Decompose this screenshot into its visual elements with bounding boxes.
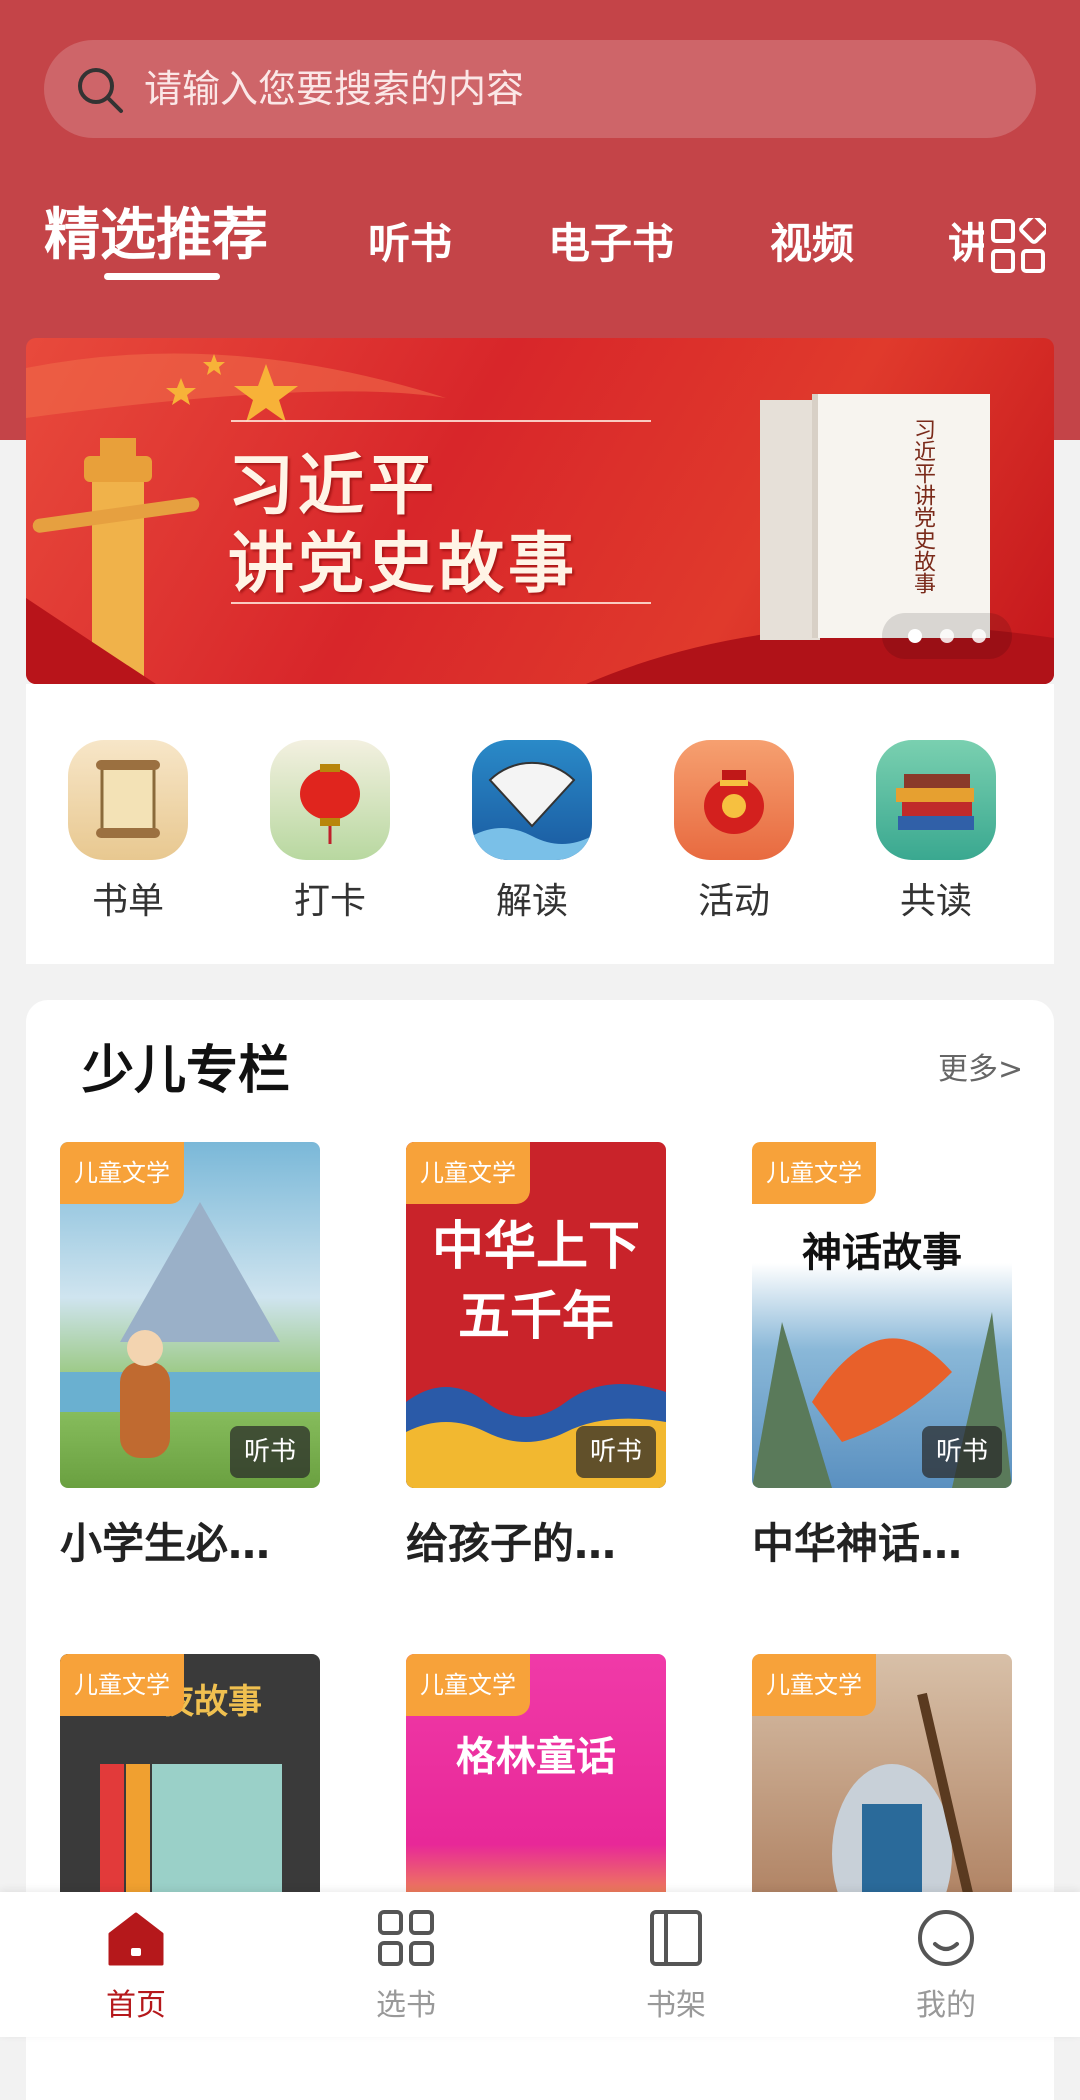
lantern-icon <box>270 740 390 860</box>
banner-divider-bottom <box>231 602 651 604</box>
category-tag: 儿童文学 <box>406 1142 530 1204</box>
tab-ebook[interactable]: 电子书 <box>548 210 674 271</box>
search-bar[interactable]: 请输入您要搜索的内容 <box>44 40 1036 138</box>
cover-title: 神话故事 <box>802 1230 962 1276</box>
carousel-indicator <box>882 613 1012 659</box>
nav-select-books[interactable]: 选书 <box>326 1908 486 2024</box>
quick-entry-label: 解读 <box>495 881 568 922</box>
scroll-icon <box>68 740 188 860</box>
quick-entry-label: 活动 <box>697 881 770 922</box>
bottom-nav: 首页 选书 书架 我的 <box>0 1892 1080 2037</box>
carousel-dot-3[interactable] <box>972 629 986 643</box>
lucky-bag-icon <box>674 740 794 860</box>
tab-active-indicator <box>104 273 220 280</box>
category-tag: 儿童文学 <box>406 1654 530 1716</box>
more-link[interactable]: 更多> <box>938 1044 1023 1088</box>
category-tag: 儿童文学 <box>60 1654 184 1716</box>
nav-label: 首页 <box>106 1988 166 2023</box>
book-title: 中华神话… <box>752 1519 963 1568</box>
category-tabs: 精选推荐 听书 电子书 视频 讲 <box>0 180 1080 290</box>
banner-divider-top <box>231 420 651 422</box>
category-tag: 儿童文学 <box>60 1142 184 1204</box>
tab-video[interactable]: 视频 <box>770 210 854 271</box>
quick-entry-activity[interactable]: 活动 <box>664 740 804 924</box>
quick-entry-label: 共读 <box>899 881 972 922</box>
nav-label: 选书 <box>376 1988 436 2023</box>
book-cover: 神话故事 儿童文学 听书 <box>752 1142 1012 1488</box>
search-placeholder: 请输入您要搜索的内容 <box>144 67 525 111</box>
category-tag: 儿童文学 <box>752 1142 876 1204</box>
cover-title: 中华上下五千年 <box>431 1217 640 1347</box>
book-card[interactable]: 中华上下五千年 儿童文学 听书 给孩子的… <box>406 1142 666 1571</box>
home-icon <box>108 1912 164 1966</box>
nav-home[interactable]: 首页 <box>56 1908 216 2024</box>
carousel-dot-2[interactable] <box>940 629 954 643</box>
book-card[interactable]: 儿童文学 听书 小学生必… <box>60 1142 320 1571</box>
category-tag: 儿童文学 <box>752 1654 876 1716</box>
bookshelf-icon <box>650 1910 702 1966</box>
grid-icon <box>378 1910 434 1966</box>
nav-profile[interactable]: 我的 <box>866 1908 1026 2024</box>
audiobook-badge: 听书 <box>575 1426 656 1478</box>
tab-audiobook[interactable]: 听书 <box>368 210 452 271</box>
book-card[interactable]: 神话故事 儿童文学 听书 中华神话… <box>752 1142 1012 1571</box>
book-title: 给孩子的… <box>406 1519 617 1568</box>
category-grid-icon[interactable] <box>990 218 1046 274</box>
book-spine-text: 习近平讲党史故事 <box>910 418 935 594</box>
nav-bookshelf[interactable]: 书架 <box>596 1908 756 2024</box>
fan-icon <box>472 740 592 860</box>
audiobook-badge: 听书 <box>921 1426 1002 1478</box>
quick-entry-row: 书单 打卡 解读 活动 共读 <box>26 684 1054 964</box>
book-title: 小学生必… <box>60 1519 271 1568</box>
quick-entry-label: 书单 <box>91 881 164 922</box>
books-icon <box>876 740 996 860</box>
quick-entry-checkin[interactable]: 打卡 <box>260 740 400 924</box>
quick-entry-booklist[interactable]: 书单 <box>58 740 198 924</box>
section-title: 少儿专栏 <box>82 1041 291 1101</box>
nav-label: 书架 <box>646 1988 706 2023</box>
banner-title-line2: 讲党史故事 <box>228 525 578 602</box>
audiobook-badge: 听书 <box>229 1426 310 1478</box>
quick-entry-coreading[interactable]: 共读 <box>866 740 1006 924</box>
book-cover: 儿童文学 听书 <box>60 1142 320 1488</box>
search-icon <box>78 68 123 113</box>
nav-label: 我的 <box>916 1988 976 2023</box>
profile-icon <box>918 1910 974 1966</box>
tab-lecture[interactable]: 讲 <box>948 210 984 271</box>
quick-entry-label: 打卡 <box>293 881 366 922</box>
carousel-dot-1[interactable] <box>908 629 922 643</box>
quick-entry-interpret[interactable]: 解读 <box>462 740 602 924</box>
book-cover: 中华上下五千年 儿童文学 听书 <box>406 1142 666 1488</box>
promo-banner[interactable]: 习近平 讲党史故事 习近平讲党史故事 <box>26 338 1054 684</box>
book-cover-image <box>760 394 990 640</box>
tab-featured[interactable]: 精选推荐 <box>44 190 268 271</box>
cover-title: 格林童话 <box>456 1734 616 1780</box>
